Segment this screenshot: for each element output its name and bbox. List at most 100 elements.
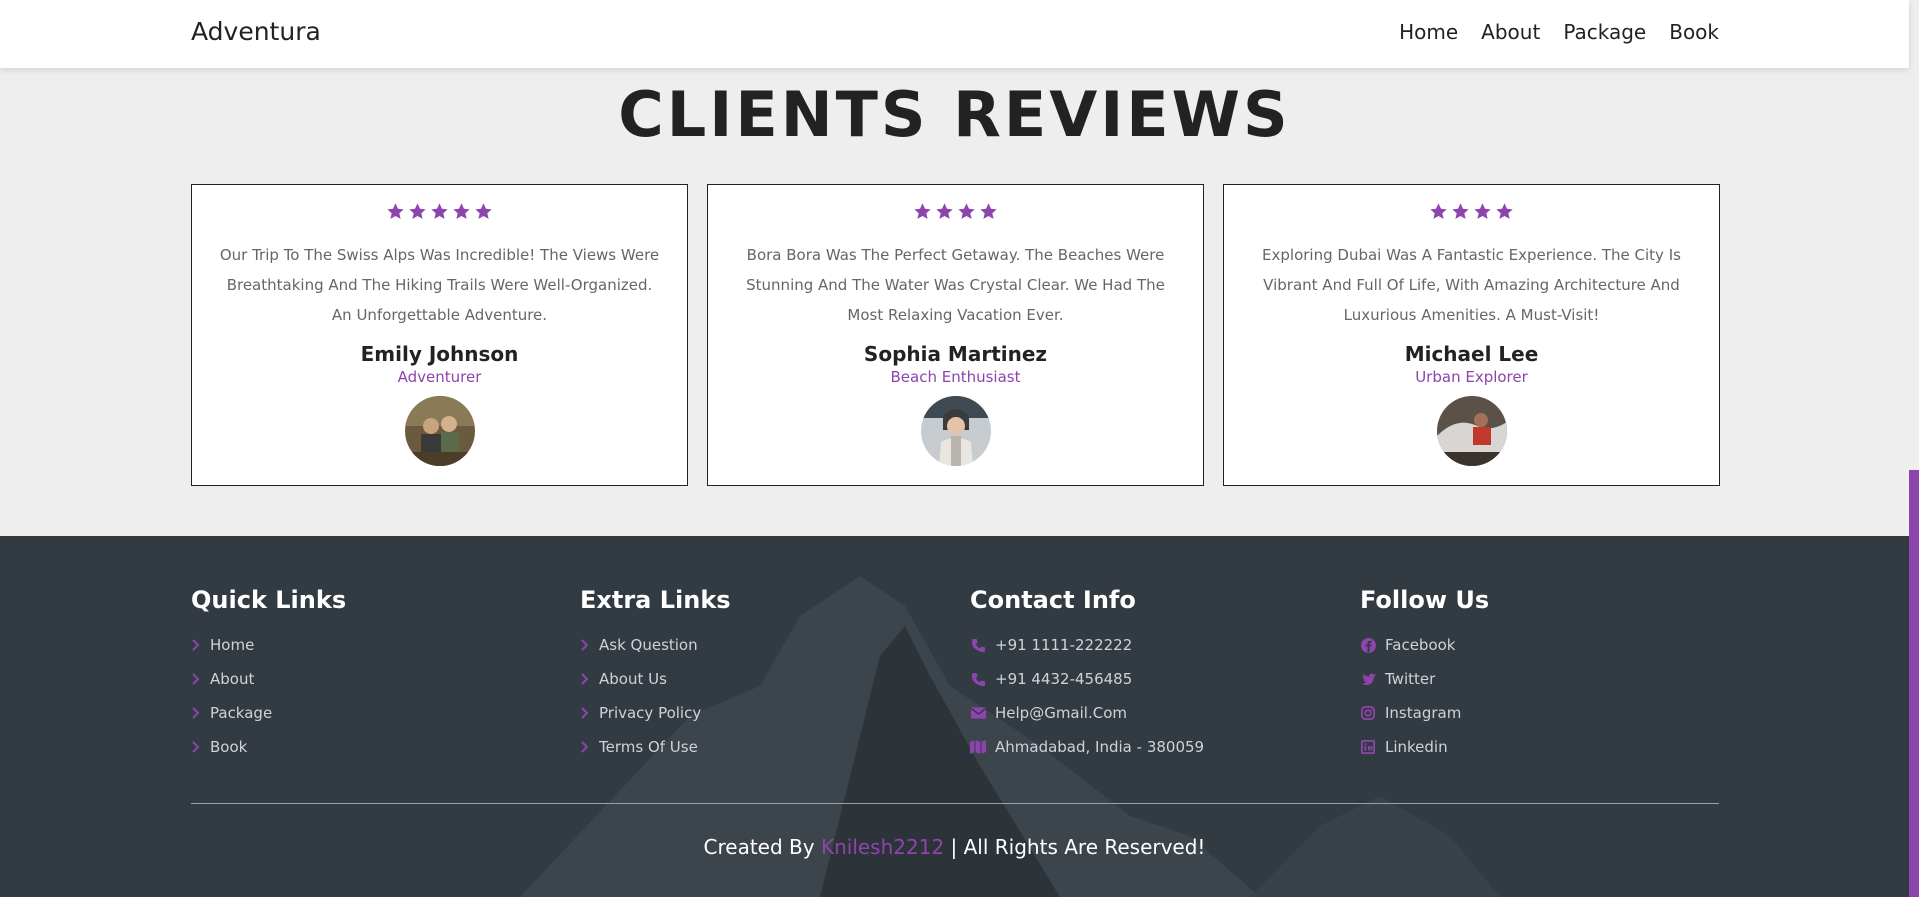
chevron-right-icon <box>580 671 590 687</box>
contact-info-title: Contact Info <box>970 586 1136 614</box>
footer-link-label: Package <box>210 704 273 722</box>
chevron-right-icon <box>191 671 201 687</box>
review-text: Our Trip To The Swiss Alps Was Incredibl… <box>219 246 660 324</box>
social-label: Facebook <box>1385 636 1456 654</box>
contact-text: Help@Gmail.Com <box>995 704 1127 722</box>
star-icon <box>1496 203 1513 219</box>
linkedin-icon <box>1360 739 1376 755</box>
review-card: Bora Bora Was The Perfect Getaway. The B… <box>707 184 1204 486</box>
nav-link-book[interactable]: Book <box>1669 20 1719 44</box>
star-icon <box>409 203 426 219</box>
reviewer-name: Michael Lee <box>1404 342 1539 366</box>
reviewer-role: Adventurer <box>397 368 482 386</box>
site-header: Adventura Home About Package Book <box>0 0 1909 68</box>
chevron-right-icon <box>580 705 590 721</box>
star-icon <box>1430 203 1447 219</box>
star-icon <box>387 203 404 219</box>
social-link-facebook[interactable]: Facebook <box>1360 628 1700 662</box>
reviewer-name: Emily Johnson <box>360 342 519 366</box>
credit-author[interactable]: Knilesh2212 <box>821 835 944 859</box>
footer-link-label: Home <box>210 636 255 654</box>
social-label: Twitter <box>1385 670 1436 688</box>
extra-links-title: Extra Links <box>580 586 731 614</box>
footer-link-about-us[interactable]: About Us <box>580 662 920 696</box>
reviewer-role: Beach Enthusiast <box>890 368 1021 386</box>
footer-credit: Created By Knilesh2212 | All Rights Are … <box>0 835 1909 859</box>
star-icon <box>1452 203 1469 219</box>
footer-link-label: Privacy Policy <box>599 704 702 722</box>
social-link-twitter[interactable]: Twitter <box>1360 662 1700 696</box>
map-icon <box>970 739 986 755</box>
star-icon <box>958 203 975 219</box>
chevron-right-icon <box>580 739 590 755</box>
footer-follow-us: Follow Us Facebook Twitter Instagram Lin… <box>1360 586 1700 764</box>
site-footer: Quick Links Home About Package Book Extr… <box>0 536 1909 897</box>
quick-links-title: Quick Links <box>191 586 347 614</box>
footer-link-home[interactable]: Home <box>191 628 531 662</box>
footer-link-label: Terms Of Use <box>599 738 698 756</box>
footer-contact-info: Contact Info +91 1111-222222 +91 4432-45… <box>970 586 1310 764</box>
contact-text: +91 4432-456485 <box>995 670 1133 688</box>
contact-text: Ahmadabad, India - 380059 <box>995 738 1205 756</box>
follow-us-title: Follow Us <box>1360 586 1490 614</box>
phone-icon <box>970 637 986 653</box>
contact-phone-2[interactable]: +91 4432-456485 <box>970 662 1310 696</box>
footer-link-terms-of-use[interactable]: Terms Of Use <box>580 730 920 764</box>
avatar <box>920 396 991 466</box>
star-icon <box>1474 203 1491 219</box>
chevron-right-icon <box>191 705 201 721</box>
footer-link-package[interactable]: Package <box>191 696 531 730</box>
nav-link-package[interactable]: Package <box>1563 20 1646 44</box>
scrollbar-thumb[interactable] <box>1909 470 1919 897</box>
avatar <box>404 396 475 466</box>
reviewer-name: Sophia Martinez <box>863 342 1048 366</box>
footer-link-privacy-policy[interactable]: Privacy Policy <box>580 696 920 730</box>
footer-extra-links: Extra Links Ask Question About Us Privac… <box>580 586 920 764</box>
main-nav: Home About Package Book <box>1399 20 1719 44</box>
star-rating <box>192 202 687 228</box>
social-label: Linkedin <box>1385 738 1448 756</box>
star-rating <box>1224 202 1719 228</box>
footer-link-label: Book <box>210 738 248 756</box>
social-link-linkedin[interactable]: Linkedin <box>1360 730 1700 764</box>
review-text: Exploring Dubai Was A Fantastic Experien… <box>1262 246 1681 324</box>
social-link-instagram[interactable]: Instagram <box>1360 696 1700 730</box>
review-card: Exploring Dubai Was A Fantastic Experien… <box>1223 184 1720 486</box>
star-icon <box>475 203 492 219</box>
star-icon <box>914 203 931 219</box>
star-icon <box>980 203 997 219</box>
phone-icon <box>970 671 986 687</box>
footer-link-label: Ask Question <box>599 636 698 654</box>
chevron-right-icon <box>580 637 590 653</box>
footer-link-label: About Us <box>599 670 667 688</box>
credit-suffix: | All Rights Are Reserved! <box>950 835 1206 859</box>
star-icon <box>453 203 470 219</box>
envelope-icon <box>970 705 986 721</box>
footer-link-book[interactable]: Book <box>191 730 531 764</box>
twitter-icon <box>1360 671 1376 687</box>
site-logo[interactable]: Adventura <box>191 17 321 46</box>
contact-address[interactable]: Ahmadabad, India - 380059 <box>970 730 1310 764</box>
avatar <box>1436 396 1507 466</box>
contact-phone-1[interactable]: +91 1111-222222 <box>970 628 1310 662</box>
review-card: Our Trip To The Swiss Alps Was Incredibl… <box>191 184 688 486</box>
social-label: Instagram <box>1385 704 1462 722</box>
footer-link-ask-question[interactable]: Ask Question <box>580 628 920 662</box>
footer-link-about[interactable]: About <box>191 662 531 696</box>
nav-link-home[interactable]: Home <box>1399 20 1458 44</box>
nav-link-about[interactable]: About <box>1481 20 1540 44</box>
footer-divider <box>191 803 1719 804</box>
contact-text: +91 1111-222222 <box>995 636 1133 654</box>
star-rating <box>708 202 1203 228</box>
footer-link-label: About <box>210 670 255 688</box>
contact-email[interactable]: Help@Gmail.Com <box>970 696 1310 730</box>
footer-quick-links: Quick Links Home About Package Book <box>191 586 531 764</box>
facebook-icon <box>1360 637 1376 653</box>
review-text: Bora Bora Was The Perfect Getaway. The B… <box>746 246 1165 324</box>
chevron-right-icon <box>191 739 201 755</box>
chevron-right-icon <box>191 637 201 653</box>
reviewer-role: Urban Explorer <box>1415 368 1528 386</box>
reviews-section-title: CLIENTS REVIEWS <box>618 78 1291 151</box>
star-icon <box>431 203 448 219</box>
credit-prefix: Created By <box>703 835 815 859</box>
